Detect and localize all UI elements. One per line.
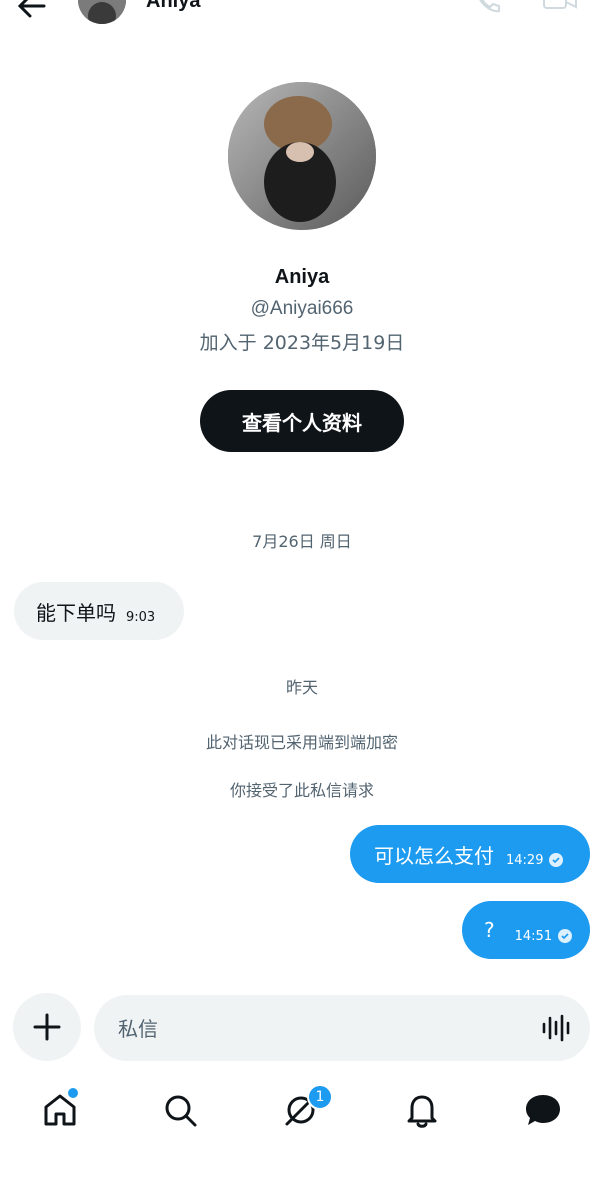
add-attachment-button[interactable]: [13, 993, 81, 1061]
profile-joined-date: 加入于 2023年5月19日: [199, 332, 405, 354]
chat-header: Aniya: [0, 0, 604, 40]
profile-handle: @Aniyai666: [250, 298, 354, 319]
nav-notifications[interactable]: [402, 1090, 442, 1130]
message-time: 14:29: [506, 852, 544, 868]
incoming-message-bubble[interactable]: 能下单吗 9:03: [14, 582, 184, 640]
outgoing-message-bubble[interactable]: ? 14:51: [462, 901, 590, 959]
sent-check-icon: [549, 853, 564, 867]
message-time: 9:03: [126, 609, 156, 625]
sent-check-icon: [558, 929, 573, 943]
message-composer[interactable]: [94, 995, 590, 1061]
video-call-icon[interactable]: [540, 0, 580, 18]
outgoing-message-bubble[interactable]: 可以怎么支付 14:29: [350, 825, 590, 883]
plus-icon: [33, 1013, 61, 1041]
request-accepted-notice: 你接受了此私信请求: [229, 781, 374, 800]
bottom-navigation: 1: [0, 1070, 604, 1150]
profile-name: Aniya: [274, 266, 330, 288]
nav-messages[interactable]: [523, 1090, 563, 1130]
grok-badge: 1: [307, 1084, 333, 1110]
header-contact-name[interactable]: Aniya: [146, 0, 200, 13]
encryption-notice: 此对话现已采用端到端加密: [205, 733, 398, 752]
voice-message-icon[interactable]: [540, 1012, 572, 1044]
profile-avatar[interactable]: [228, 82, 376, 230]
message-time: 14:51: [514, 928, 553, 944]
phone-call-icon[interactable]: [470, 0, 502, 18]
home-notification-dot: [66, 1086, 80, 1100]
date-separator: 昨天: [285, 678, 318, 697]
nav-search[interactable]: [160, 1090, 200, 1130]
message-input[interactable]: [116, 1009, 520, 1049]
nav-grok[interactable]: 1: [281, 1084, 333, 1130]
nav-home[interactable]: [40, 1086, 80, 1130]
message-text: ?: [484, 918, 495, 942]
back-arrow-icon[interactable]: [14, 0, 50, 26]
view-profile-button[interactable]: 查看个人资料: [200, 390, 404, 452]
messages-icon: [526, 1095, 560, 1125]
bell-icon: [407, 1095, 437, 1128]
message-text: 可以怎么支付: [374, 843, 494, 868]
search-icon: [165, 1095, 197, 1127]
message-text: 能下单吗: [36, 600, 116, 625]
header-avatar[interactable]: [78, 0, 126, 24]
date-separator: 7月26日 周日: [252, 532, 352, 551]
